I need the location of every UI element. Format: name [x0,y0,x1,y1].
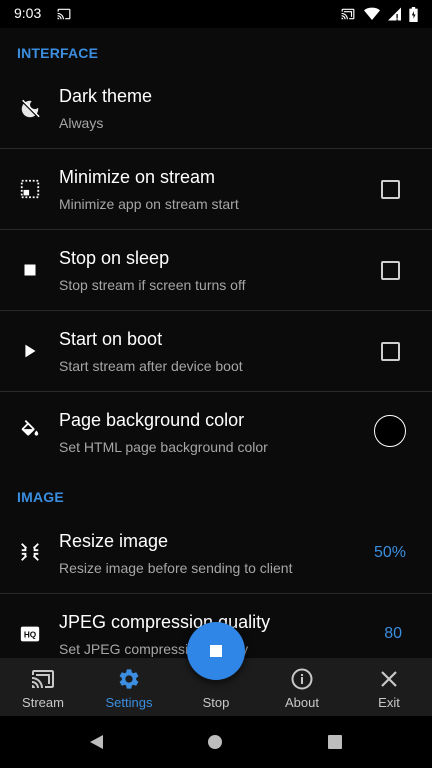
paint-bucket-icon [19,420,41,442]
stop-icon [210,645,222,657]
nav-label: Settings [105,695,153,710]
nav-exit[interactable]: Exit [346,658,432,716]
pref-title: Minimize on stream [59,167,216,187]
signal-icon [388,7,401,21]
nav-label: About [285,695,319,710]
jpeg-quality-value: 80 [384,625,402,642]
pref-title: Resize image [59,531,169,551]
color-swatch[interactable] [374,415,406,447]
start-on-boot-checkbox[interactable] [381,342,400,361]
pref-minimize-on-stream[interactable]: Minimize on stream Minimize app on strea… [0,149,432,229]
nav-label: Exit [378,695,400,710]
pref-stop-on-sleep[interactable]: Stop on sleep Stop stream if screen turn… [0,230,432,310]
pref-title: Stop on sleep [59,248,170,268]
nav-label: Stop [202,695,230,710]
play-icon [19,340,41,362]
stop-icon [19,259,41,281]
settings-list[interactable]: INTERFACE Dark theme Always Minimize on … [0,28,432,658]
cast-status-icon [57,8,71,20]
section-header-image: IMAGE [17,489,64,505]
pref-resize-image[interactable]: Resize image Resize image before sending… [0,513,432,593]
pref-summary: Stop stream if screen turns off [59,277,246,293]
resize-icon [19,541,41,563]
theme-icon [19,98,41,120]
system-navigation-bar [0,716,432,768]
back-icon[interactable] [88,734,104,750]
pref-title: Page background color [59,410,245,430]
pref-dark-theme[interactable]: Dark theme Always [0,68,432,148]
pref-title: Start on boot [59,329,163,349]
gear-icon [117,667,141,691]
status-time: 9:03 [14,5,42,21]
recent-apps-icon[interactable] [328,735,342,749]
close-icon [377,667,401,691]
pref-title: Dark theme [59,86,153,106]
pref-summary: Minimize app on stream start [59,196,239,212]
status-icons [340,6,418,22]
battery-icon [409,6,418,22]
nav-label: Stream [22,695,64,710]
status-bar: 9:03 [0,0,432,28]
cast-connected-icon [341,8,355,20]
info-icon [290,667,314,691]
svg-text:HQ: HQ [24,631,37,640]
home-icon[interactable] [208,735,222,749]
section-header-interface: INTERFACE [17,45,99,61]
pref-title: JPEG compression quality [59,612,271,632]
wifi-icon [364,7,380,21]
stop-stream-fab[interactable] [187,622,245,680]
stop-on-sleep-checkbox[interactable] [381,261,400,280]
nav-stream[interactable]: Stream [0,658,86,716]
minimize-on-stream-checkbox[interactable] [381,180,400,199]
pref-summary: Start stream after device boot [59,358,243,374]
cast-icon [31,667,55,691]
resize-image-value: 50% [373,544,406,561]
pref-start-on-boot[interactable]: Start on boot Start stream after device … [0,311,432,391]
pref-page-background-color[interactable]: Page background color Set HTML page back… [0,392,432,472]
nav-about[interactable]: About [259,658,345,716]
nav-settings[interactable]: Settings [86,658,172,716]
pref-summary: Always [59,115,104,131]
pref-summary: Set HTML page background color [59,439,268,455]
pref-summary: Resize image before sending to client [59,560,293,576]
hq-icon: HQ [19,623,41,645]
minimize-icon [19,178,41,200]
